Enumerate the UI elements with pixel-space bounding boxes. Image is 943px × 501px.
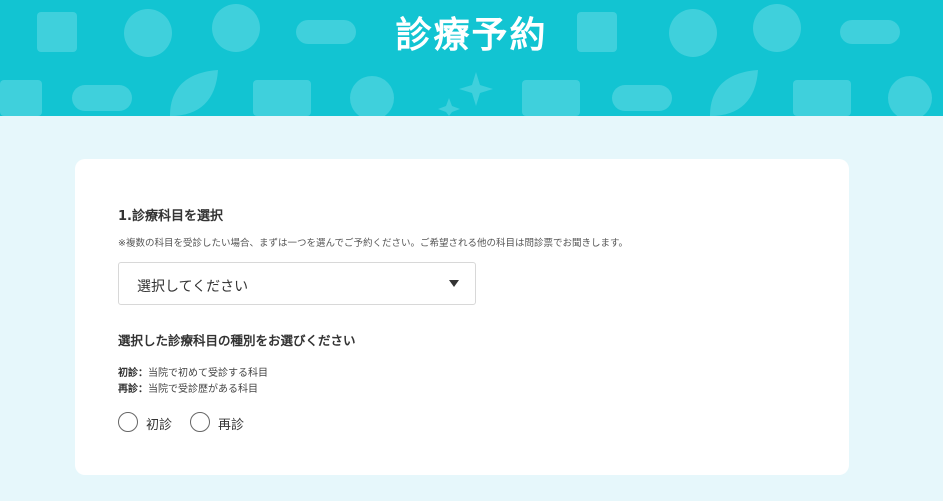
chevron-down-icon [449,280,459,287]
department-select-value: 選択してください [137,279,249,295]
definition-description: 当院で受診歴がある科目 [148,384,258,395]
radio-return-visit-label[interactable]: 再診 [218,414,244,433]
page-title: 診療予約 [395,15,548,56]
radio-first-visit[interactable]: 初診 [118,412,180,436]
radio-return-visit[interactable]: 再診 [190,412,252,436]
radio-circle-icon[interactable] [118,412,138,432]
visit-type-title: 選択した診療科目の種別をお選びください [118,333,356,348]
definition-separator: ： [138,384,148,395]
definition-first-visit: 初診：当院で初めて受診する科目 [118,364,268,379]
department-section-title: 1.診療科目を選択 [118,209,223,224]
definition-description: 当院で初めて受診する科目 [148,368,268,379]
department-note: ※複数の科目を受診したい場合、まずは一つを選んでご予約ください。ご希望される他の… [118,238,629,249]
page-header: 診療予約 [0,0,943,116]
definition-separator: ： [138,368,148,379]
radio-circle-icon[interactable] [190,412,210,432]
definition-term: 再診 [118,384,138,395]
reservation-form-card: 1.診療科目を選択 ※複数の科目を受診したい場合、まずは一つを選んでご予約くださ… [75,159,849,475]
definition-term: 初診 [118,368,138,379]
radio-first-visit-label[interactable]: 初診 [146,414,172,433]
definition-return-visit: 再診：当院で受診歴がある科目 [118,380,258,395]
department-select[interactable]: 選択してください [118,262,476,305]
